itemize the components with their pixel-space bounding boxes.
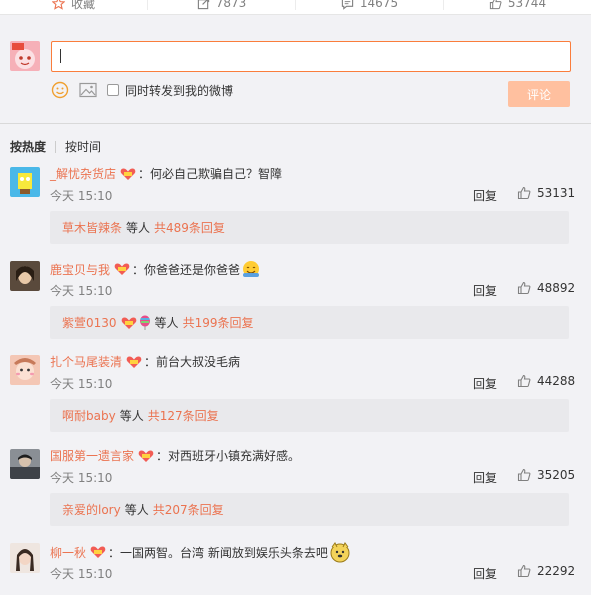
reply-button[interactable]: 回复: [473, 282, 497, 299]
reply-button[interactable]: 回复: [473, 469, 497, 486]
comment-panel: 收藏 7873 14675 53744 同时转发到我的微博 评论 按热度 按时间…: [0, 0, 591, 595]
commenter-avatar[interactable]: [10, 543, 40, 573]
comment-icon: [341, 0, 354, 10]
comment-text: ：何必自己欺骗自己？智障: [138, 167, 283, 181]
comment-time: 今天 15:10: [50, 567, 113, 581]
repost-action[interactable]: 7873: [147, 0, 295, 10]
vip-badge-icon: [90, 546, 106, 558]
commenter-avatar[interactable]: [10, 167, 40, 197]
comment-like-button[interactable]: 53131: [517, 186, 575, 200]
comment-time: 今天 15:10: [50, 284, 113, 298]
tab-separator: [55, 140, 57, 153]
like-action[interactable]: 53744: [443, 0, 591, 10]
reply-count-link[interactable]: 共127条回复: [148, 407, 219, 424]
comment-time: 今天 15:10: [50, 189, 113, 203]
commenter-name[interactable]: 柳一秋: [50, 544, 86, 561]
reply-count-link[interactable]: 共199条回复: [183, 314, 254, 331]
comment-like-count: 22292: [537, 564, 576, 578]
reply-summary[interactable]: 草木皆辣条 等人 共489条回复: [50, 211, 569, 244]
comment-like-count: 48892: [537, 281, 576, 295]
commenter-avatar[interactable]: [10, 261, 40, 291]
comment-time: 今天 15:10: [50, 471, 113, 485]
comment-like-count: 44288: [537, 374, 576, 388]
comment-like-button[interactable]: 48892: [517, 281, 575, 295]
reply-user[interactable]: 紫萱0130: [62, 314, 117, 331]
action-bar: 收藏 7873 14675 53744: [0, 0, 591, 15]
reply-mid-text: 等人: [124, 503, 149, 517]
comment-line: 扎个马尾装清 ：前台大叔没毛病: [50, 353, 240, 370]
like-icon: [517, 281, 531, 295]
like-icon: [489, 0, 502, 9]
text-caret: [60, 49, 61, 63]
commenter-name[interactable]: 鹿宝贝与我: [50, 261, 110, 278]
repost-count: 7873: [215, 0, 247, 10]
commenter-avatar[interactable]: [10, 449, 40, 479]
doge-emoji-icon: [330, 542, 350, 563]
commenter-name[interactable]: _解忧杂货店: [50, 165, 116, 182]
comment-input[interactable]: [51, 41, 571, 72]
composer-tools: 同时转发到我的微博: [51, 80, 233, 100]
submit-comment-button[interactable]: 评论: [508, 81, 570, 107]
comment-line: _解忧杂货店 ：何必自己欺骗自己？智障: [50, 165, 282, 182]
comment-text: ：你爸爸还是你爸爸: [132, 262, 241, 277]
star-icon: [51, 0, 65, 10]
reply-summary[interactable]: 亲爱的lory 等人 共207条回复: [50, 493, 569, 526]
comment-like-button[interactable]: 35205: [517, 468, 575, 482]
like-count: 53744: [507, 0, 547, 10]
vip-badge-icon: [114, 263, 130, 275]
comment-time: 今天 15:10: [50, 377, 113, 391]
commenter-avatar[interactable]: [10, 355, 40, 385]
sort-tabs: 按热度 按时间: [10, 138, 101, 155]
reply-count-link[interactable]: 共207条回复: [153, 501, 224, 518]
reply-summary[interactable]: 啊耐baby 等人 共127条回复: [50, 399, 569, 432]
commenter-name[interactable]: 扎个马尾装清: [50, 353, 122, 370]
reply-button[interactable]: 回复: [473, 375, 497, 392]
reply-summary[interactable]: 紫萱0130 等人 共199条回复: [50, 306, 569, 339]
reply-mid-text: 等人: [126, 221, 151, 235]
commenter-name[interactable]: 国服第一遗言家: [50, 447, 134, 464]
reply-user[interactable]: 亲爱的lory: [62, 501, 121, 518]
share-icon: [197, 0, 209, 9]
divider: [0, 123, 591, 124]
comment-action[interactable]: 14675: [295, 0, 443, 10]
favorite-label: 收藏: [70, 0, 95, 11]
reply-button[interactable]: 回复: [473, 565, 497, 582]
comment-like-button[interactable]: 44288: [517, 374, 575, 388]
smile-emoji-icon: [243, 261, 260, 277]
repost-checkbox[interactable]: [107, 84, 119, 96]
reply-user[interactable]: 草木皆辣条: [62, 219, 122, 236]
reply-count-link[interactable]: 共489条回复: [154, 219, 225, 236]
my-avatar[interactable]: [10, 41, 40, 71]
favorite-action[interactable]: 收藏: [0, 0, 147, 11]
repost-checkbox-label: 同时转发到我的微博: [125, 83, 234, 98]
comment-like-count: 35205: [537, 468, 576, 482]
reply-user[interactable]: 啊耐baby: [62, 407, 116, 424]
picture-icon[interactable]: [79, 82, 97, 98]
comment-line: 鹿宝贝与我 ：你爸爸还是你爸爸: [50, 259, 261, 279]
comment-like-button[interactable]: 22292: [517, 564, 575, 578]
comment-text: ：一国两智。台湾 新闻放到娱乐头条去吧: [108, 545, 328, 560]
comment-count: 14675: [359, 0, 399, 10]
vip-badge-icon: [120, 168, 136, 180]
balloon-icon: [139, 315, 150, 330]
reply-mid-text: 等人: [119, 409, 144, 423]
like-icon: [517, 468, 531, 482]
like-icon: [517, 374, 531, 388]
comment-line: 国服第一遗言家 ：对西班牙小镇充满好感。: [50, 447, 300, 464]
comment-text: ：对西班牙小镇充满好感。: [156, 449, 301, 463]
tab-sort-time[interactable]: 按时间: [65, 138, 101, 155]
comment-like-count: 53131: [537, 186, 576, 200]
vip-badge-icon: [138, 450, 154, 462]
like-icon: [517, 186, 531, 200]
like-icon: [517, 564, 531, 578]
reply-mid-text: 等人: [154, 316, 179, 330]
vip-badge-icon: [121, 317, 136, 329]
emoji-icon[interactable]: [51, 81, 69, 99]
tab-sort-hot[interactable]: 按热度: [10, 138, 46, 155]
comment-text: ：前台大叔没毛病: [144, 355, 241, 369]
reply-button[interactable]: 回复: [473, 187, 497, 204]
vip-badge-icon: [126, 356, 142, 368]
comment-line: 柳一秋 ：一国两智。台湾 新闻放到娱乐头条去吧: [50, 541, 351, 563]
